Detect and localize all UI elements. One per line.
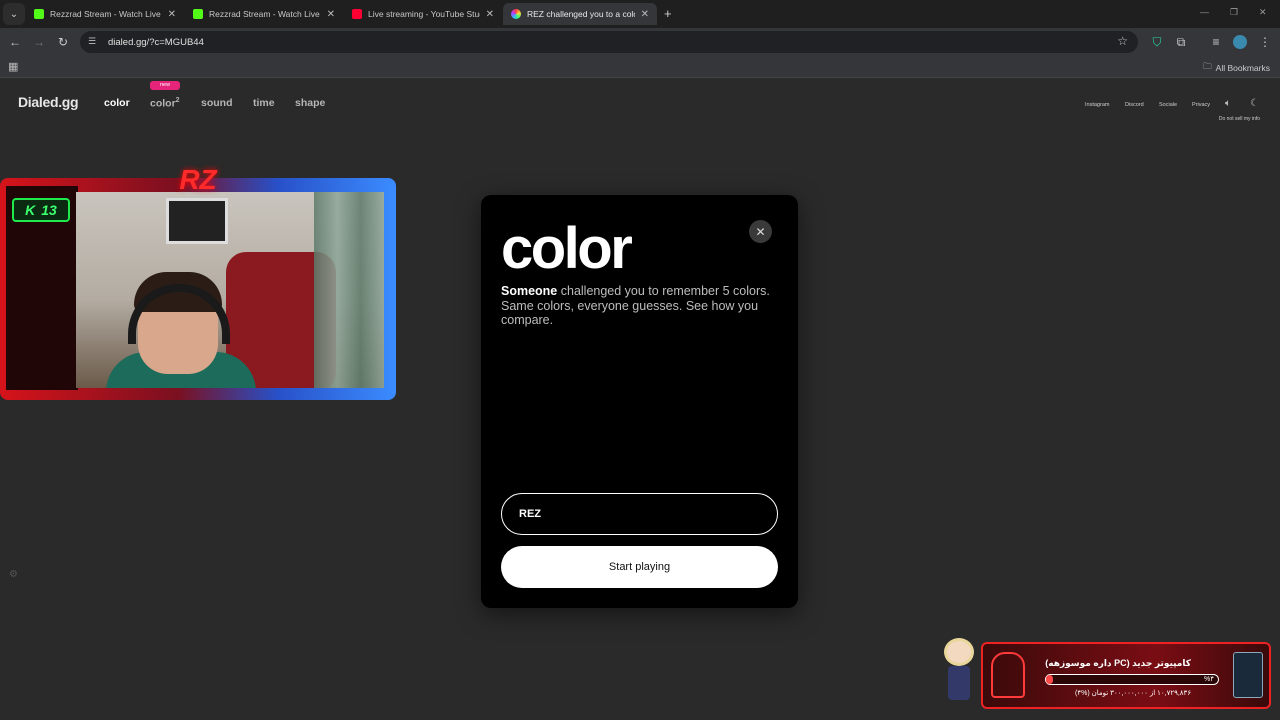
site-logo[interactable]: Dialed.gg: [18, 94, 79, 110]
browser-menu-icon[interactable]: ⋮: [1256, 33, 1274, 51]
wings-emblem-icon: [1233, 652, 1263, 698]
player-name-input[interactable]: [501, 493, 778, 535]
tab-kick-1[interactable]: Rezzrad Stream - Watch Live on ✕: [26, 3, 184, 25]
tab-close-icon[interactable]: ✕: [168, 9, 176, 20]
site-settings-icon[interactable]: ☰: [88, 36, 100, 48]
do-not-sell-link[interactable]: Do not sell my info: [1219, 116, 1260, 122]
tab-dialed-color[interactable]: REZ challenged you to a color m ✕: [503, 3, 657, 25]
tab-search-chevron-icon[interactable]: ⌄: [3, 3, 25, 25]
url-text: dialed.gg/?c=MGUB44: [108, 36, 204, 48]
profile-avatar-icon[interactable]: [1231, 33, 1249, 51]
tab-close-icon[interactable]: ✕: [486, 9, 494, 20]
new-tab-plus-icon[interactable]: +: [664, 6, 672, 21]
all-bookmarks-button[interactable]: 🗀 All Bookmarks: [1203, 61, 1270, 75]
donation-amount: ۱۰,۷۲۹,۸۳۶ از ۳۰۰,۰۰۰,۰۰۰ تومان (%۴): [1075, 690, 1192, 697]
bookmarks-bar: ▦ 🗀 All Bookmarks: [0, 56, 1280, 78]
window-close-icon[interactable]: ✕: [1259, 7, 1267, 18]
kick-favicon-icon: [193, 9, 203, 19]
modal-description: Someone challenged you to remember 5 col…: [501, 284, 781, 328]
mascot-head: [944, 638, 974, 666]
dialed-favicon-icon: [511, 9, 521, 19]
forward-arrow-icon[interactable]: →: [30, 33, 48, 51]
tab-title: Rezzrad Stream - Watch Live on: [50, 9, 162, 19]
webcam-overlay: K 13 RZ: [0, 164, 396, 400]
tab-title: Rezzrad Stream - Watch Live on: [209, 9, 321, 19]
nav-color-2-label: color: [150, 97, 176, 110]
donation-progress-bar: %۴: [1045, 674, 1219, 685]
address-bar[interactable]: ☰ dialed.gg/?c=MGUB44 ☆: [80, 31, 1138, 53]
modal-title: color: [501, 216, 633, 281]
privacy-link[interactable]: Privacy: [1192, 102, 1210, 108]
mascot-body: [948, 666, 970, 700]
nav-color-2[interactable]: color2: [150, 97, 180, 110]
tab-title: Live streaming - YouTube Studio: [368, 9, 480, 19]
browser-tabbar: ⌄ Rezzrad Stream - Watch Live on ✕ Rezzr…: [0, 0, 1280, 28]
rz-logo: RZ: [179, 164, 217, 195]
nav-color[interactable]: color: [104, 97, 130, 109]
hand-gesture-icon: [991, 652, 1025, 698]
donation-goal-widget: کامپیوتر جدید (PC داره موسوزهه) %۴ ۱۰,۷۲…: [981, 642, 1271, 709]
media-queue-icon[interactable]: ≡: [1207, 33, 1225, 51]
wall-poster: [166, 198, 228, 244]
nav-time[interactable]: time: [253, 97, 275, 109]
sociale-link[interactable]: Sociale: [1159, 102, 1177, 108]
reload-icon[interactable]: ↻: [54, 33, 72, 51]
folder-icon: 🗀: [1203, 61, 1212, 71]
youtube-favicon-icon: [352, 9, 362, 19]
discord-link[interactable]: Discord: [1125, 102, 1144, 108]
nav-sound[interactable]: sound: [201, 97, 233, 109]
sound-toggle-icon[interactable]: 🔈︎: [1225, 98, 1231, 109]
tab-close-icon[interactable]: ✕: [327, 9, 335, 20]
settings-gear-icon[interactable]: ⚙: [9, 569, 18, 580]
webcam-video: [76, 192, 384, 388]
instagram-link[interactable]: Instagram: [1085, 102, 1109, 108]
close-icon[interactable]: ✕: [749, 220, 772, 243]
apps-grid-icon[interactable]: ▦: [8, 60, 18, 73]
viewer-count-badge: K 13: [12, 198, 70, 222]
viewer-count: 13: [41, 202, 57, 218]
tab-youtube-studio[interactable]: Live streaming - YouTube Studio ✕: [344, 3, 502, 25]
tab-title: REZ challenged you to a color m: [527, 9, 635, 19]
all-bookmarks-label: All Bookmarks: [1215, 63, 1270, 73]
dark-mode-moon-icon[interactable]: ☾: [1250, 98, 1259, 109]
back-arrow-icon[interactable]: ←: [6, 33, 24, 51]
start-playing-button[interactable]: Start playing: [501, 546, 778, 588]
bookmark-star-icon[interactable]: ☆: [1117, 34, 1128, 48]
kick-logo-icon: K: [25, 202, 36, 218]
nav-shape[interactable]: shape: [295, 97, 325, 109]
anime-mascot: [940, 638, 976, 708]
browser-toolbar: ← → ↻ ☰ dialed.gg/?c=MGUB44 ☆ ⛉ ⧉ ≡ ⋮: [0, 28, 1280, 56]
donation-percent: %۴: [1204, 676, 1214, 683]
tab-close-icon[interactable]: ✕: [641, 9, 649, 20]
minimize-icon[interactable]: —: [1200, 7, 1209, 17]
tab-kick-2[interactable]: Rezzrad Stream - Watch Live on ✕: [185, 3, 343, 25]
shield-extension-icon[interactable]: ⛉: [1148, 33, 1166, 51]
donation-progress-fill: [1046, 675, 1053, 684]
nav-color-2-sup: 2: [175, 97, 180, 104]
extensions-puzzle-icon[interactable]: ⧉: [1172, 33, 1190, 51]
donation-goal-title: کامپیوتر جدید (PC داره موسوزهه): [1045, 658, 1191, 668]
challenge-modal: ✕ color Someone challenged you to rememb…: [481, 195, 798, 608]
kick-favicon-icon: [34, 9, 44, 19]
curtain: [314, 192, 384, 388]
new-badge: new: [150, 81, 180, 90]
restore-icon[interactable]: ❐: [1230, 7, 1238, 18]
challenger-name: Someone: [501, 284, 558, 298]
